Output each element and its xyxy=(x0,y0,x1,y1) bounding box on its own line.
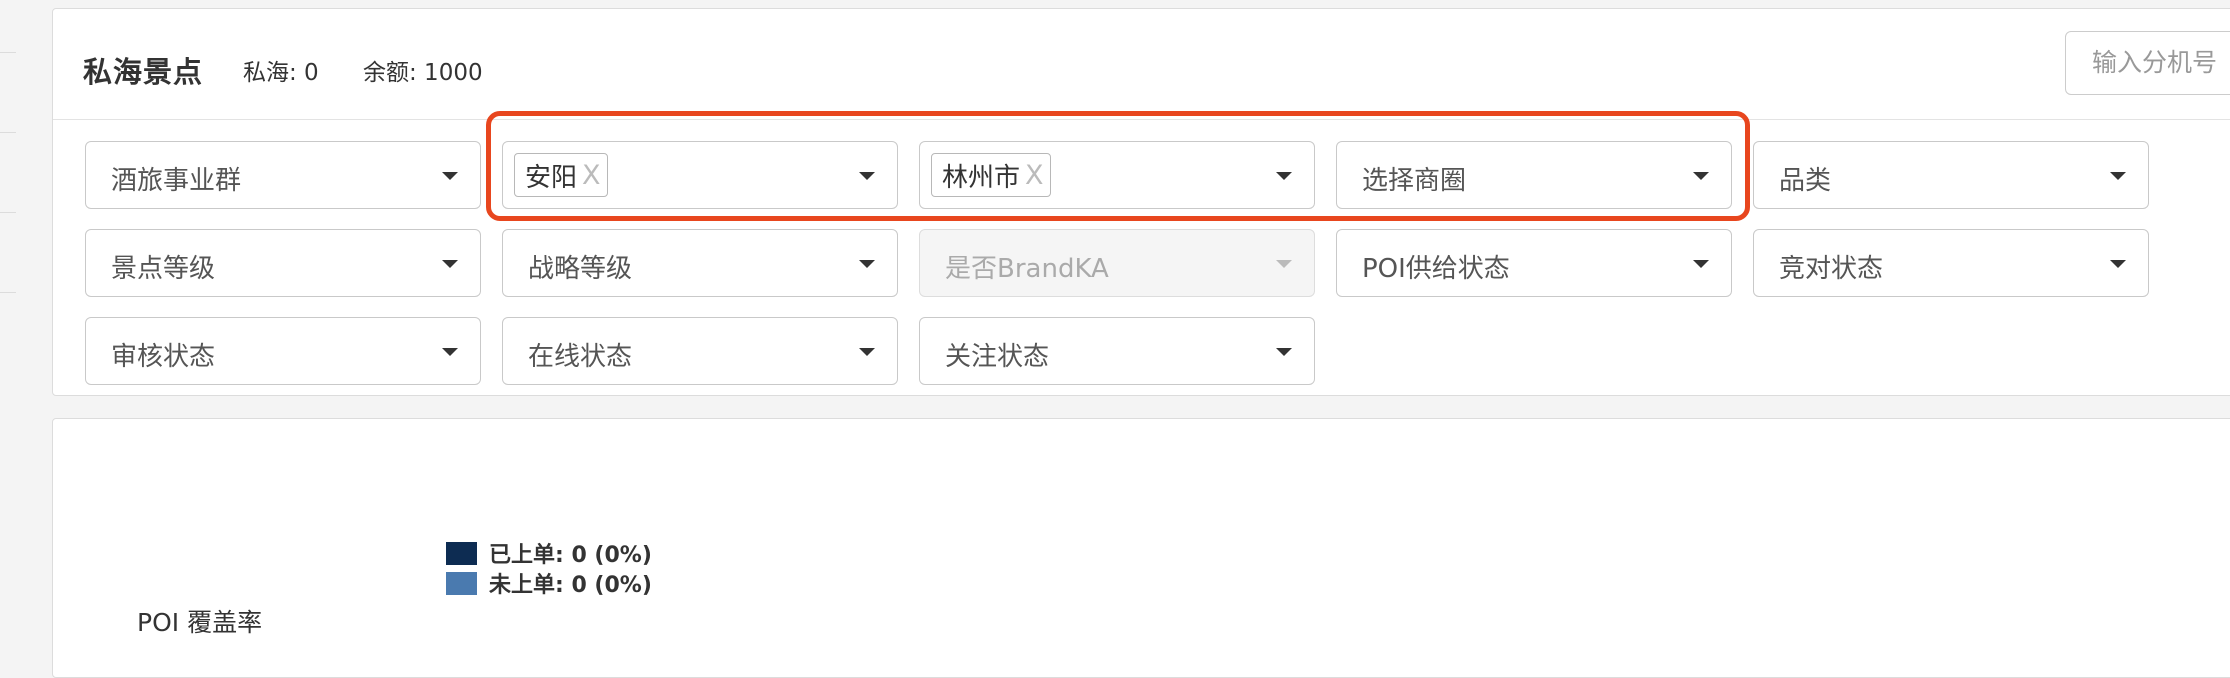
caret-down-icon xyxy=(442,260,458,268)
sidebar-divider xyxy=(0,52,16,53)
location-filter-highlight xyxy=(486,111,1750,221)
scenic-level-select[interactable]: 景点等级 xyxy=(85,229,481,297)
caret-down-icon xyxy=(1276,348,1292,356)
sidebar-divider xyxy=(0,132,16,133)
legend-label: 已上单: 0 (0%) xyxy=(489,543,652,568)
page-title: 私海景点 xyxy=(83,55,204,89)
poi-supply-status-select[interactable]: POI供给状态 xyxy=(1336,229,1732,297)
caret-down-icon xyxy=(1693,260,1709,268)
left-sidebar-edge xyxy=(0,0,52,644)
brand-ka-placeholder: 是否BrandKA xyxy=(945,254,1109,284)
legend-item: 未上单: 0 (0%) xyxy=(446,567,652,599)
sidebar-divider xyxy=(0,212,16,213)
follow-status-select[interactable]: 关注状态 xyxy=(919,317,1315,385)
strategy-level-select[interactable]: 战略等级 xyxy=(502,229,898,297)
caret-down-icon xyxy=(2110,260,2126,268)
extension-search-input[interactable]: 输入分机号 xyxy=(2065,31,2230,95)
caret-down-icon xyxy=(859,348,875,356)
online-status-placeholder: 在线状态 xyxy=(528,342,633,372)
business-group-value: 酒旅事业群 xyxy=(111,166,242,196)
poi-supply-status-placeholder: POI供给状态 xyxy=(1362,254,1510,284)
legend-swatch xyxy=(446,571,477,595)
sidebar-divider xyxy=(0,292,16,293)
caret-down-icon xyxy=(859,260,875,268)
review-status-placeholder: 审核状态 xyxy=(111,342,216,372)
online-status-select[interactable]: 在线状态 xyxy=(502,317,898,385)
panel-header: 私海景点 私海: 0 余额: 1000 输入分机号 xyxy=(53,9,2230,120)
category-select[interactable]: 品类 xyxy=(1753,141,2149,209)
caret-down-icon xyxy=(2110,172,2126,180)
legend-swatch xyxy=(446,541,477,565)
strategy-level-placeholder: 战略等级 xyxy=(528,254,633,284)
caret-down-icon xyxy=(442,348,458,356)
legend-label: 未上单: 0 (0%) xyxy=(489,573,652,598)
review-status-select[interactable]: 审核状态 xyxy=(85,317,481,385)
competitor-status-placeholder: 竞对状态 xyxy=(1779,254,1884,284)
caret-down-icon xyxy=(442,172,458,180)
business-group-select[interactable]: 酒旅事业群 xyxy=(85,141,481,209)
follow-status-placeholder: 关注状态 xyxy=(945,342,1050,372)
brand-ka-select: 是否BrandKA xyxy=(919,229,1315,297)
legend-item: 已上单: 0 (0%) xyxy=(446,537,652,569)
chart-title: POI 覆盖率 xyxy=(137,608,263,637)
poi-coverage-chart-panel: 已上单: 0 (0%) 未上单: 0 (0%) POI 覆盖率 xyxy=(52,418,2230,678)
private-count: 私海: 0 xyxy=(243,60,319,86)
caret-down-icon xyxy=(1276,260,1292,268)
balance: 余额: 1000 xyxy=(363,60,483,86)
competitor-status-select[interactable]: 竞对状态 xyxy=(1753,229,2149,297)
category-placeholder: 品类 xyxy=(1779,166,1832,196)
scenic-level-placeholder: 景点等级 xyxy=(111,254,216,284)
